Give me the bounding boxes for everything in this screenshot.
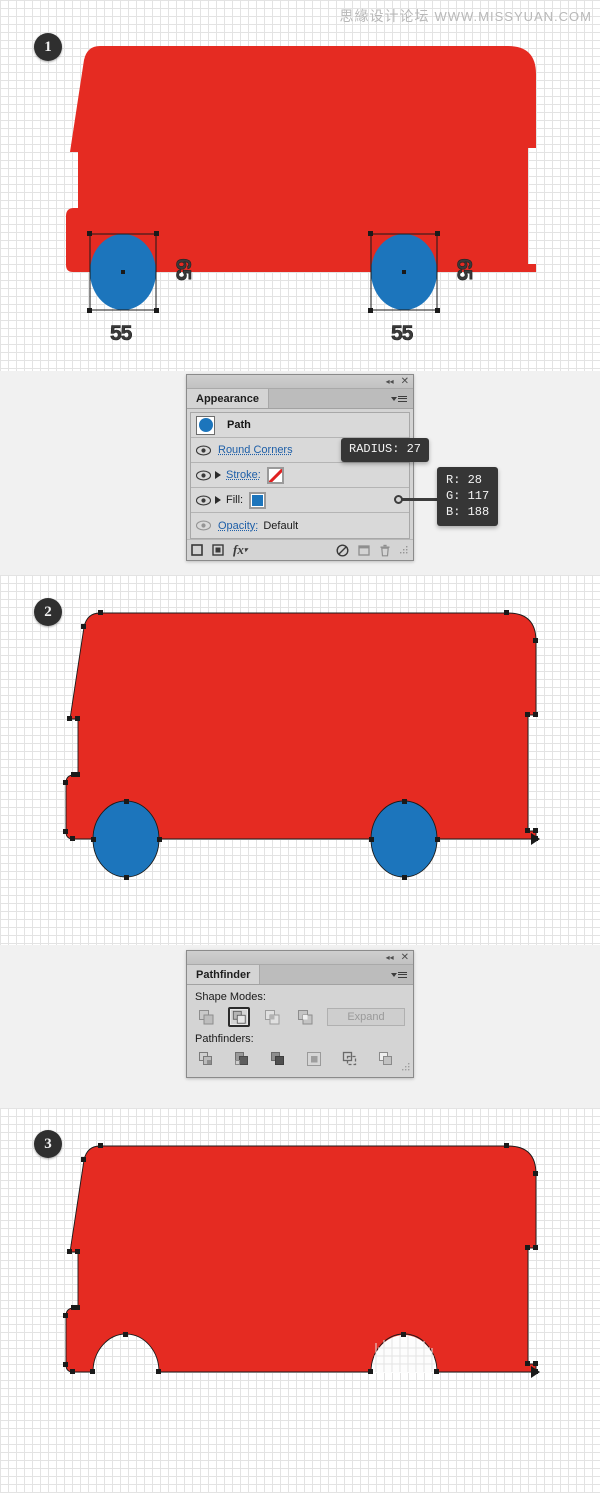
appearance-panel-section: ◂◂ ✕ Appearance Path Round Corners Strok… (0, 371, 600, 575)
appearance-row-label[interactable]: Stroke: (226, 469, 261, 481)
appearance-list: Path Round Corners Stroke: Fill: Opacity… (190, 412, 410, 539)
merge-icon[interactable] (267, 1049, 289, 1069)
visibility-eye-icon[interactable] (195, 442, 212, 459)
visibility-eye-icon-dim[interactable] (195, 517, 212, 534)
panel-menu-icon[interactable] (391, 395, 407, 402)
appearance-row-label[interactable]: Round Corners (218, 444, 293, 456)
appearance-row-stroke[interactable]: Stroke: (191, 463, 409, 488)
rgb-leader-dot (394, 495, 403, 504)
stroke-swatch[interactable] (266, 466, 284, 484)
appearance-row-label[interactable]: Opacity: (218, 520, 258, 532)
step-badge-2: 2 (34, 598, 62, 626)
watermark: 思緣设计论坛 WWW.MISSYUAN.COM (339, 6, 592, 26)
target-thumbnail (196, 415, 215, 435)
resize-grip-icon[interactable] (400, 545, 409, 555)
shape-modes-row: Expand (195, 1007, 405, 1027)
crop-icon[interactable] (303, 1049, 325, 1069)
pathfinders-label: Pathfinders: (195, 1033, 254, 1045)
appearance-row-fill[interactable]: Fill: (191, 488, 409, 513)
bus-artwork-step1 (66, 46, 536, 313)
clear-appearance-icon[interactable] (336, 543, 349, 557)
appearance-panel[interactable]: ◂◂ ✕ Appearance Path Round Corners Strok… (186, 374, 414, 561)
canvas-step-1: 1 55 65 55 65 (0, 0, 600, 371)
dimension-label-height-left: 65 (171, 258, 195, 280)
appearance-footer: fx ▾ (187, 539, 413, 560)
pathfinder-titlebar: ◂◂ ✕ (187, 951, 413, 965)
delete-item-icon[interactable] (379, 544, 391, 557)
collapse-icon[interactable]: ◂◂ (386, 377, 394, 386)
pathfinder-panel-section: ◂◂ ✕ Pathfinder Shape Modes: Expand Path… (0, 945, 600, 1108)
add-new-stroke-icon[interactable] (191, 544, 203, 556)
pathfinders-row (195, 1049, 405, 1069)
minus-front-icon[interactable] (228, 1007, 250, 1027)
appearance-titlebar: ◂◂ ✕ (187, 375, 413, 389)
canvas-step-2: 2 (0, 575, 600, 945)
watermark-cn: 思緣设计论坛 (339, 8, 430, 24)
exclude-icon[interactable] (294, 1007, 316, 1027)
wheel-right (370, 800, 438, 878)
fill-swatch[interactable] (249, 491, 267, 509)
duplicate-item-icon[interactable] (358, 544, 370, 556)
bus-artwork-step3 (63, 1143, 540, 1378)
add-new-fill-icon[interactable] (212, 544, 224, 556)
minus-back-icon[interactable] (375, 1049, 397, 1069)
wheel-left (92, 800, 160, 878)
resize-grip-icon[interactable] (402, 1063, 411, 1075)
appearance-row-label: Path (227, 419, 251, 431)
canvas-step-3: 3 (0, 1108, 600, 1493)
watermark-url: WWW.MISSYUAN.COM (434, 9, 592, 24)
expand-triangle-icon[interactable] (215, 471, 221, 479)
unite-icon[interactable] (195, 1007, 217, 1027)
pathfinder-panel[interactable]: ◂◂ ✕ Pathfinder Shape Modes: Expand Path… (186, 950, 414, 1078)
outline-icon[interactable] (339, 1049, 361, 1069)
visibility-eye-icon[interactable] (195, 492, 212, 509)
tab-appearance[interactable]: Appearance (187, 389, 269, 408)
step-badge-3: 3 (34, 1130, 62, 1158)
tab-pathfinder[interactable]: Pathfinder (187, 965, 261, 984)
visibility-eye-icon[interactable] (195, 467, 212, 484)
collapse-icon[interactable]: ◂◂ (386, 953, 394, 962)
appearance-row-label[interactable]: Fill: (226, 494, 243, 506)
pathfinder-tabstrip: Pathfinder (187, 965, 413, 985)
dimension-label-height-right: 65 (452, 258, 476, 280)
shape-modes-label: Shape Modes: (195, 991, 266, 1003)
opacity-value: Default (263, 519, 299, 532)
dimension-label-width-left: 55 (110, 322, 133, 346)
appearance-row-opacity[interactable]: Opacity: Default (191, 513, 409, 538)
expand-triangle-icon[interactable] (215, 496, 221, 504)
appearance-tabstrip: Appearance (187, 389, 413, 409)
close-icon[interactable]: ✕ (401, 376, 409, 387)
expand-button[interactable]: Expand (327, 1008, 405, 1026)
radius-tooltip: RADIUS: 27 (341, 438, 430, 462)
appearance-row-path[interactable]: Path (191, 413, 409, 438)
divide-icon[interactable] (195, 1049, 217, 1069)
bus-artwork-step2 (63, 610, 540, 880)
intersect-icon[interactable] (261, 1007, 283, 1027)
rgb-tooltip: R: 28 G: 117 B: 188 (437, 467, 499, 527)
step-badge-1: 1 (34, 33, 62, 61)
dimension-label-width-right: 55 (391, 322, 414, 346)
add-new-effect-icon[interactable]: fx ▾ (233, 542, 247, 558)
close-icon[interactable]: ✕ (401, 952, 409, 963)
panel-menu-icon[interactable] (391, 971, 407, 978)
trim-icon[interactable] (231, 1049, 253, 1069)
